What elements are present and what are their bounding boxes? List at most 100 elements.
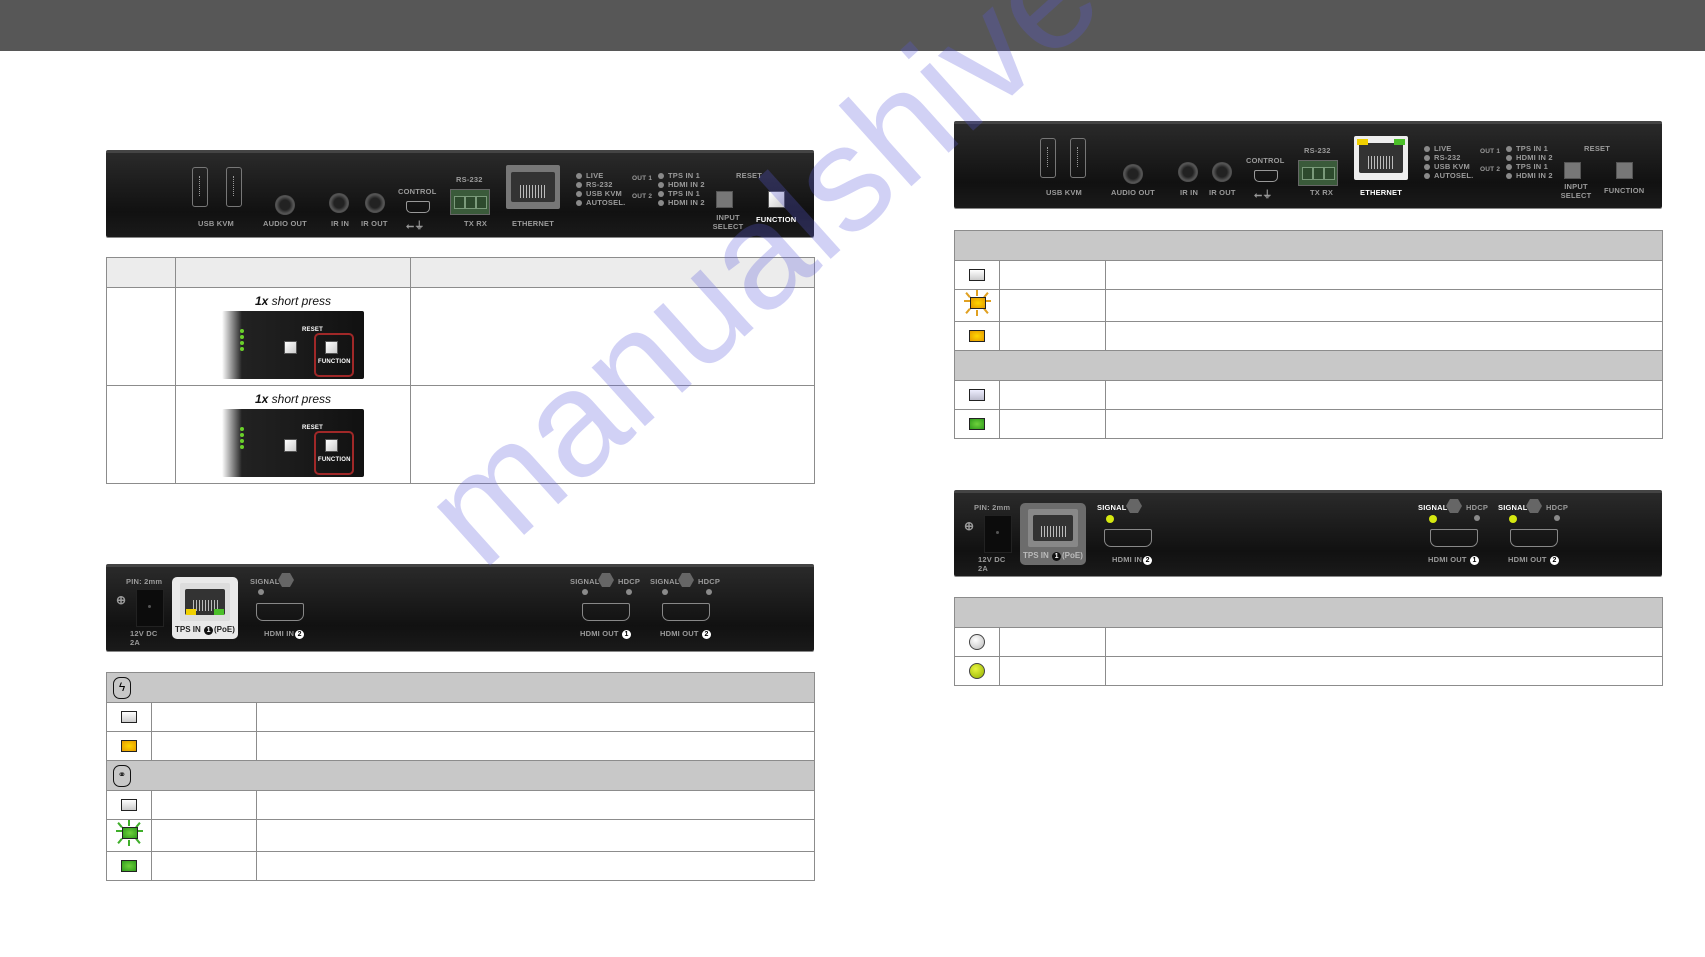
- header-cell: [106, 257, 176, 288]
- ethernet-orange-led-icon: [1357, 139, 1368, 145]
- link-icon: ⚭: [113, 764, 131, 787]
- tps-led-table: ϟ ⚭: [106, 672, 815, 881]
- section-header: [954, 230, 1663, 261]
- table-cell: [106, 385, 176, 484]
- tps-in-text: TPS IN: [175, 625, 201, 634]
- press-label: 1x short press: [176, 392, 410, 406]
- signal-label: SIGNAL: [1498, 503, 1528, 512]
- function-button[interactable]: [768, 191, 785, 208]
- out-led-icon: [240, 445, 244, 449]
- rs232-terminal-icon: [450, 189, 490, 215]
- press-cell: 1x short press RESET FUNCTION: [175, 385, 411, 484]
- pin-label: PIN: 2mm: [974, 503, 1011, 512]
- led-off-round-icon: [969, 633, 985, 650]
- out2-label: OUT 2: [1480, 166, 1501, 173]
- hdcp-led-icon: [1474, 515, 1480, 521]
- led-green-icon: [121, 859, 137, 872]
- led-off-icon: [121, 798, 137, 811]
- ethernet-green-led-icon: [1394, 139, 1405, 145]
- press-count: 1x: [254, 392, 269, 406]
- input-select-button-icon: [284, 439, 297, 452]
- hdcp-led-icon: [706, 589, 712, 595]
- function-label: FUNCTION: [1604, 186, 1645, 195]
- signal-hex-icon: [278, 573, 294, 587]
- press-cell: 1x short press RESET FUNCTION: [175, 287, 411, 386]
- status-led-label: AUTOSEL.: [586, 198, 626, 207]
- control-label: CONTROL: [1246, 156, 1285, 165]
- table-cell: [151, 731, 257, 761]
- power-label: 12V DC: [978, 555, 1006, 564]
- tps-in-port-highlight: TPS IN 1 (PoE): [172, 577, 238, 639]
- input-select-button[interactable]: [716, 191, 733, 208]
- signal-label: SIGNAL: [650, 577, 680, 586]
- signal-label: SIGNAL: [1097, 503, 1127, 512]
- hdmi-in-port-icon: [1104, 529, 1152, 547]
- table-row: [954, 380, 1663, 410]
- table-row: [954, 409, 1663, 439]
- led-state-cell: [954, 289, 1000, 322]
- hdmi-out-number: 2: [1549, 556, 1559, 565]
- section-header-power: ϟ: [106, 672, 815, 703]
- hdmi-in-label: HDMI IN 2: [264, 629, 305, 639]
- section-header-cell: [954, 350, 1663, 381]
- status-led-label: LIVE: [586, 171, 604, 180]
- led-state-cell: [954, 656, 1000, 686]
- tps-in-text: TPS IN: [1023, 551, 1049, 560]
- led-off-icon: [121, 710, 137, 723]
- out-led-label: TPS IN 1: [1516, 162, 1549, 171]
- rs232-terminal-icon: [1298, 160, 1338, 186]
- ethernet-label: ETHERNET: [1360, 188, 1403, 197]
- hdmi-out-text: HDMI OUT: [1508, 555, 1547, 564]
- input-select-button[interactable]: [1564, 162, 1581, 179]
- description-cell: [1105, 380, 1663, 410]
- power-amps-label: 2A: [978, 564, 988, 573]
- hdmi-out-text: HDMI OUT: [1428, 555, 1467, 564]
- out-led-label: HDMI IN 2: [668, 198, 705, 207]
- hdmi-out-2-port-icon: [662, 603, 710, 621]
- pin-label: PIN: 2mm: [126, 577, 163, 586]
- ir-out-label: IR OUT: [361, 219, 388, 228]
- signal-hex-icon: [678, 573, 694, 587]
- input-select-button-icon: [284, 341, 297, 354]
- tps-in-number: 1: [1052, 552, 1062, 561]
- out-led-icon: [658, 191, 664, 197]
- section-header-link: ⚭: [106, 760, 815, 791]
- audio-jack-icon: [275, 195, 295, 215]
- signal-label: SIGNAL: [250, 577, 280, 586]
- table-row: 1x short press RESET FUNCTION: [106, 287, 815, 386]
- hdcp-label: HDCP: [1466, 503, 1489, 512]
- hdcp-label: HDCP: [1546, 503, 1569, 512]
- hdmi-out-text: HDMI OUT: [660, 629, 699, 638]
- description-cell: [256, 702, 815, 732]
- tps-in-label: TPS IN 1 (PoE): [1023, 551, 1083, 561]
- out-led-icon: [658, 173, 664, 179]
- polarity-icon: ⊕: [964, 519, 975, 533]
- signal-label: SIGNAL: [1418, 503, 1448, 512]
- description-cell: [256, 819, 815, 852]
- usb-port-icon: [1040, 138, 1056, 178]
- led-state-cell: [106, 702, 152, 732]
- out-led-icon: [240, 439, 244, 443]
- hdmi-out-1-label: HDMI OUT 1: [580, 629, 632, 639]
- ir-out-jack-icon: [365, 193, 385, 213]
- status-led-icon: [1424, 146, 1430, 152]
- status-led-label: USB KVM: [1434, 162, 1470, 171]
- hdcp-led-icon: [626, 589, 632, 595]
- out-led-icon: [240, 427, 244, 431]
- hdmi-in-label: HDMI IN 2: [1112, 555, 1153, 565]
- description-cell: [1105, 321, 1663, 351]
- status-led-icon: [576, 173, 582, 179]
- led-orange-icon: [121, 739, 137, 752]
- table-row: [106, 819, 815, 852]
- front-panel-ethernet-image: USB KVM AUDIO OUT IR IN IR OUT CONTROL ⭠…: [954, 121, 1662, 208]
- out-led-icon: [1506, 155, 1512, 161]
- ir-in-jack-icon: [1178, 162, 1198, 182]
- poe-text: (PoE): [1062, 551, 1083, 560]
- rs232-label: RS-232: [456, 175, 483, 184]
- function-button[interactable]: [1616, 162, 1633, 179]
- reset-label: RESET: [1584, 144, 1611, 153]
- signal-led-table: [954, 597, 1663, 686]
- hdmi-out-number: 1: [621, 630, 631, 639]
- front-panel-image: USB KVM AUDIO OUT IR IN IR OUT CONTROL ⭠…: [106, 150, 814, 237]
- led-state-cell: [106, 851, 152, 881]
